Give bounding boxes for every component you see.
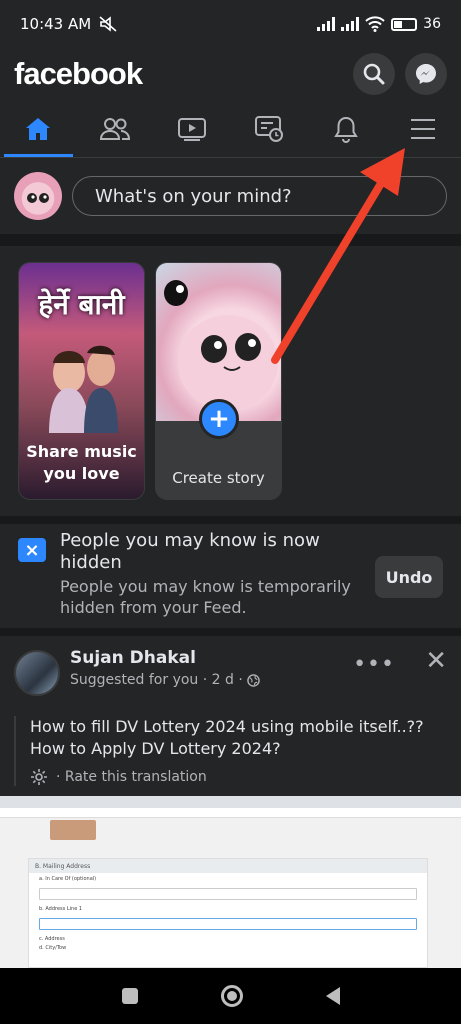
post-body: How to fill DV Lottery 2024 using mobile… (14, 716, 446, 786)
create-story-preview (156, 263, 281, 421)
applicant-photo-thumbnail (50, 820, 96, 840)
form-label: d. City/Tow (39, 945, 67, 951)
pymk-subtitle: People you may know is temporarily hidde… (60, 577, 351, 617)
app-header: facebook (0, 48, 461, 100)
undo-button[interactable]: Undo (375, 556, 443, 598)
home-button[interactable] (220, 985, 243, 1007)
messenger-button[interactable] (405, 53, 447, 95)
signal-icon (341, 17, 360, 31)
post-screenshot-image[interactable]: B. Mailing Address a. In Care Of (option… (0, 796, 461, 968)
gear-icon (31, 769, 47, 785)
form-label: b. Address Line 1 (39, 906, 83, 912)
recents-button[interactable] (121, 988, 138, 1004)
bell-icon (333, 116, 358, 143)
stories-tray: हेर्ने बानी Share music you love + Creat… (0, 246, 461, 516)
back-button[interactable] (325, 987, 340, 1005)
tab-menu[interactable] (384, 100, 461, 157)
system-nav-bar (0, 968, 461, 1024)
author-avatar[interactable] (14, 650, 60, 696)
hide-post-button[interactable]: ✕ (425, 646, 447, 676)
friends-icon (100, 117, 131, 140)
post-composer: What's on your mind? (0, 158, 461, 234)
avatar-face-icon (27, 193, 49, 203)
facebook-logo: facebook (14, 56, 143, 91)
post-meta: Suggested for you · 2 d · (70, 672, 260, 688)
search-button[interactable] (353, 53, 395, 95)
tab-friends[interactable] (77, 100, 154, 157)
search-icon (363, 63, 385, 85)
wifi-icon (365, 16, 385, 32)
create-story-label: Create story (172, 469, 265, 487)
pymk-title: People you may know is now hidden (60, 530, 320, 573)
story-people-image (49, 345, 118, 433)
battery-icon (391, 17, 418, 31)
status-time: 10:43 AM (20, 15, 92, 33)
menu-icon (410, 118, 435, 139)
watch-icon (178, 117, 207, 141)
form-heading: B. Mailing Address (29, 859, 427, 873)
create-story-card[interactable]: + Create story (155, 262, 282, 500)
rate-translation-link[interactable]: · Rate this translation (56, 769, 207, 785)
globe-icon (247, 673, 260, 687)
tab-home[interactable] (0, 100, 77, 157)
mute-icon (99, 16, 117, 32)
mailing-address-form-image: B. Mailing Address a. In Care Of (option… (28, 858, 428, 968)
main-nav (0, 100, 461, 158)
post-meta-text: Suggested for you · 2 d · (70, 672, 243, 688)
story-card[interactable]: हेर्ने बानी Share music you love (18, 262, 145, 500)
battery-level: 36 (423, 16, 441, 32)
kitten-plush-image (164, 280, 278, 411)
marketplace-icon (254, 115, 283, 142)
feed-post: Sujan Dhakal Suggested for you · 2 d · •… (0, 636, 461, 968)
post-text: How to fill DV Lottery 2024 using mobile… (30, 717, 424, 758)
messenger-icon (416, 64, 436, 84)
status-bar: 10:43 AM 36 (0, 0, 461, 48)
form-label: a. In Care Of (optional) (39, 876, 97, 882)
tab-watch[interactable] (154, 100, 231, 157)
close-icon: × (18, 538, 46, 562)
add-story-button[interactable]: + (199, 399, 239, 439)
tab-notifications[interactable] (307, 100, 384, 157)
pymk-hidden-notice: × People you may know is now hidden Peop… (0, 524, 461, 628)
whats-on-your-mind-input[interactable]: What's on your mind? (72, 176, 447, 216)
more-options-button[interactable]: ••• (353, 652, 395, 677)
user-avatar[interactable] (14, 172, 62, 220)
post-author[interactable]: Sujan Dhakal (70, 648, 196, 668)
signal-icon (317, 17, 336, 31)
rate-translation-row[interactable]: · Rate this translation (30, 768, 446, 786)
story-poster-title: हेर्ने बानी (38, 288, 125, 321)
tab-marketplace[interactable] (230, 100, 307, 157)
home-icon (26, 117, 51, 140)
story-label: Share music you love (26, 442, 137, 483)
form-label: c. Address (39, 936, 65, 942)
